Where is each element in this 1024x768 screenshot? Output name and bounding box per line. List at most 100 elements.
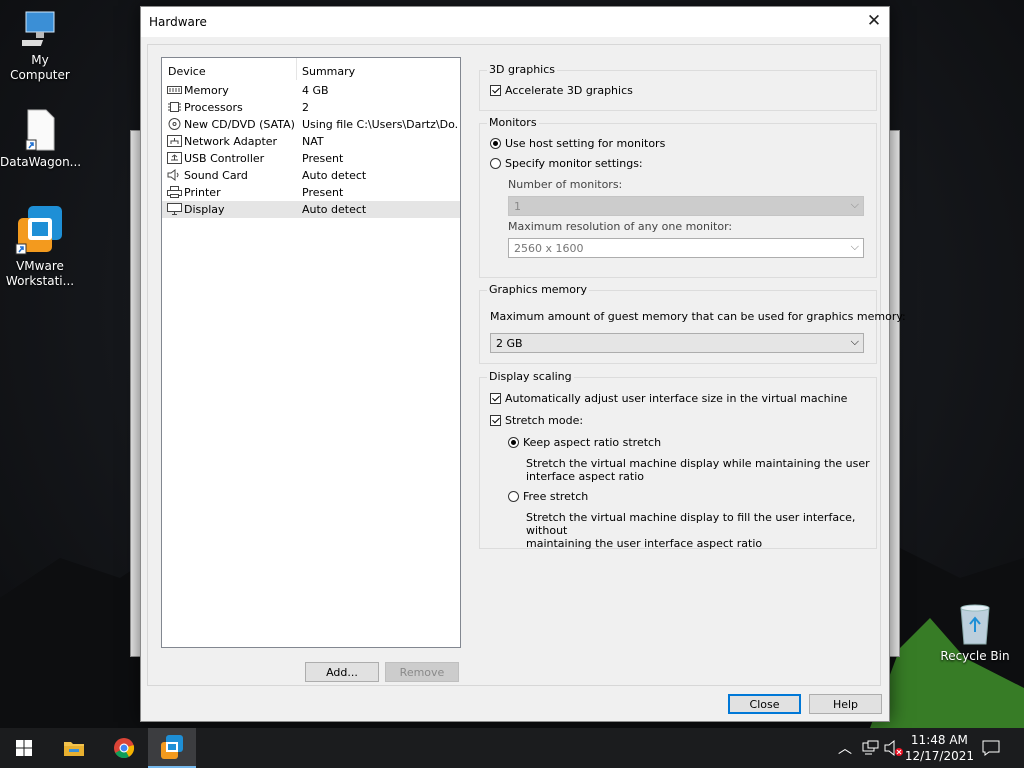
- dialog-titlebar[interactable]: Hardware ✕: [141, 7, 889, 37]
- folder-icon: [64, 742, 84, 756]
- group-graphics-memory: Graphics memory Maximum amount of guest …: [479, 283, 906, 364]
- radio-selected[interactable]: [490, 138, 501, 149]
- taskbar: ︿ 11:48 AM 12/17/2021: [0, 728, 1024, 768]
- keep-aspect-radio[interactable]: Keep aspect ratio stretch: [508, 436, 661, 449]
- group-3d-graphics: 3D graphics Accelerate 3D graphics: [479, 63, 877, 111]
- remove-button[interactable]: Remove: [385, 662, 459, 682]
- vmware-icon: [161, 735, 183, 759]
- device-name: Sound Card: [184, 169, 248, 182]
- device-summary: 2: [302, 101, 309, 114]
- close-button[interactable]: Close: [728, 694, 801, 714]
- display-icon: [167, 203, 182, 215]
- keep-aspect-description: Stretch the virtual machine display whil…: [526, 457, 870, 483]
- group-monitors: Monitors Use host setting for monitors S…: [479, 116, 877, 278]
- speaker-muted-icon[interactable]: [884, 740, 904, 756]
- start-button[interactable]: [0, 728, 48, 768]
- clock-time: 11:48 AM: [910, 733, 968, 747]
- dialog-content: Device Summary Memory 4 GB Processors 2 …: [147, 44, 906, 686]
- use-host-monitors-radio[interactable]: Use host setting for monitors: [490, 137, 665, 150]
- desktop-icon-label: My Computer: [10, 53, 70, 82]
- device-row-usb[interactable]: USB Controller Present: [162, 150, 460, 167]
- notifications-icon[interactable]: [982, 740, 1000, 756]
- checkbox-checked[interactable]: [490, 393, 501, 404]
- max-resolution-select[interactable]: 2560 x 1600 ⌵: [508, 238, 864, 258]
- device-row-display[interactable]: Display Auto detect: [162, 201, 460, 218]
- free-stretch-description: Stretch the virtual machine display to f…: [526, 511, 876, 550]
- desktop-icon-vmware[interactable]: VMware Workstati...: [0, 204, 80, 289]
- specify-monitors-radio[interactable]: Specify monitor settings:: [490, 157, 643, 170]
- taskbar-vmware[interactable]: [148, 728, 196, 768]
- windows-icon: [16, 740, 32, 756]
- close-icon[interactable]: ✕: [859, 7, 889, 37]
- device-summary: 4 GB: [302, 84, 329, 97]
- usb-icon: [167, 152, 182, 164]
- desktop-icon-datawagon[interactable]: DataWagon...: [0, 108, 81, 170]
- device-name: New CD/DVD (SATA): [184, 118, 295, 131]
- printer-icon: [167, 186, 182, 198]
- auto-adjust-checkbox[interactable]: Automatically adjust user interface size…: [490, 392, 847, 405]
- select-value: 1: [514, 200, 521, 213]
- radio-unselected[interactable]: [490, 158, 501, 169]
- radio-label: Keep aspect ratio stretch: [523, 436, 662, 449]
- device-name: Memory: [184, 84, 229, 97]
- description-line: Stretch the virtual machine display whil…: [526, 457, 870, 470]
- checkbox-label: Stretch mode:: [505, 414, 584, 427]
- checkbox-checked[interactable]: [490, 85, 501, 96]
- select-value: 2 GB: [496, 337, 523, 350]
- device-row-printer[interactable]: Printer Present: [162, 184, 460, 201]
- taskbar-file-explorer[interactable]: [50, 728, 98, 768]
- clock-date: 12/17/2021: [904, 749, 974, 763]
- num-monitors-select[interactable]: 1 ⌵: [508, 196, 864, 216]
- help-button[interactable]: Help: [809, 694, 882, 714]
- desktop-icon-my-computer[interactable]: My Computer: [0, 10, 80, 83]
- device-name: Printer: [184, 186, 221, 199]
- description-line: interface aspect ratio: [526, 470, 644, 483]
- device-name: USB Controller: [184, 152, 265, 165]
- accelerate-3d-checkbox[interactable]: Accelerate 3D graphics: [490, 84, 633, 97]
- device-row-network[interactable]: Network Adapter NAT: [162, 133, 460, 150]
- device-list[interactable]: Device Summary Memory 4 GB Processors 2 …: [161, 57, 461, 648]
- column-separator[interactable]: [296, 58, 297, 80]
- chevron-up-icon[interactable]: ︿: [838, 738, 852, 758]
- checkbox-checked[interactable]: [490, 415, 501, 426]
- group-title: Graphics memory: [487, 283, 590, 296]
- device-name: Display: [184, 203, 225, 216]
- device-row-cd-dvd[interactable]: New CD/DVD (SATA) Using file C:\Users\Da…: [162, 116, 460, 133]
- add-button[interactable]: Add...: [305, 662, 379, 682]
- chevron-down-icon: ⌵: [850, 240, 859, 253]
- chevron-down-icon: ⌵: [850, 198, 859, 211]
- device-name: Network Adapter: [184, 135, 278, 148]
- taskbar-chrome[interactable]: [100, 728, 148, 768]
- group-title: Monitors: [487, 116, 539, 129]
- device-row-processors[interactable]: Processors 2: [162, 99, 460, 116]
- description-line: maintaining the user interface aspect ra…: [526, 537, 763, 550]
- taskbar-clock[interactable]: 11:48 AM 12/17/2021: [905, 732, 974, 764]
- device-row-memory[interactable]: Memory 4 GB: [162, 82, 460, 99]
- free-stretch-radio[interactable]: Free stretch: [508, 490, 588, 503]
- network-icon: [167, 135, 182, 147]
- device-summary: Using file C:\Users\Dartz\Do...: [302, 118, 457, 131]
- radio-label: Use host setting for monitors: [505, 137, 666, 150]
- radio-selected[interactable]: [508, 437, 519, 448]
- column-header-summary[interactable]: Summary: [302, 65, 355, 78]
- device-row-sound[interactable]: Sound Card Auto detect: [162, 167, 460, 184]
- device-summary: Present: [302, 152, 344, 165]
- max-resolution-label: Maximum resolution of any one monitor:: [508, 220, 733, 233]
- dialog-title: Hardware: [149, 15, 207, 29]
- cd-icon: [168, 118, 181, 130]
- radio-unselected[interactable]: [508, 491, 519, 502]
- stretch-mode-checkbox[interactable]: Stretch mode:: [490, 414, 583, 427]
- sound-icon: [167, 169, 179, 181]
- graphics-memory-label: Maximum amount of guest memory that can …: [490, 310, 906, 323]
- network-tray-icon[interactable]: [862, 740, 880, 756]
- desktop-icon-recycle-bin[interactable]: Recycle Bin: [935, 602, 1015, 664]
- radio-label: Free stretch: [523, 490, 589, 503]
- checkbox-label: Automatically adjust user interface size…: [505, 392, 848, 405]
- column-header-device[interactable]: Device: [168, 65, 206, 78]
- device-summary: Auto detect: [302, 169, 367, 182]
- graphics-memory-select[interactable]: 2 GB ⌵: [490, 333, 864, 353]
- computer-icon: [22, 11, 55, 46]
- recycle-bin-icon: [960, 604, 990, 645]
- processor-icon: [168, 102, 181, 112]
- num-monitors-label: Number of monitors:: [508, 178, 623, 191]
